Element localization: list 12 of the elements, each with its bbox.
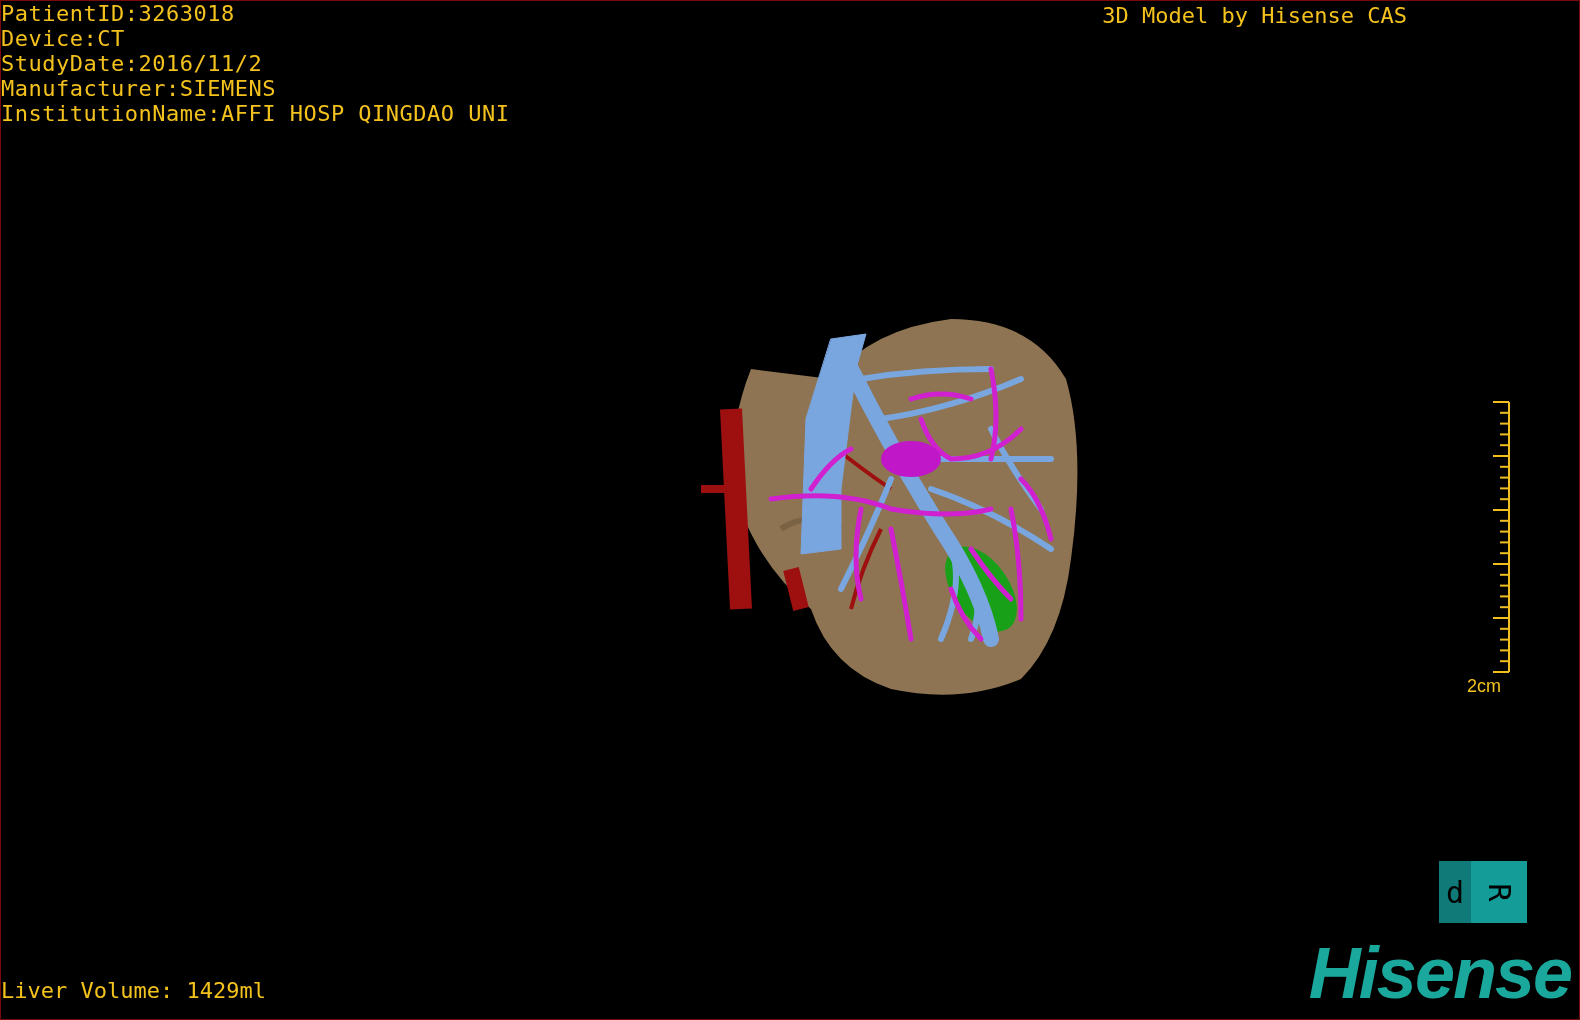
model-caption: 3D Model by Hisense CAS: [1102, 3, 1407, 30]
patient-info-line: InstitutionName:AFFI HOSP QINGDAO UNI: [1, 101, 510, 126]
patient-info-line: Manufacturer:SIEMENS: [1, 76, 277, 101]
patient-info-line: Device:CT: [1, 26, 126, 51]
patient-info-line: StudyDate:2016/11/2: [1, 51, 264, 76]
orientation-cube-face[interactable]: R: [1471, 861, 1527, 923]
orientation-cube-face[interactable]: d: [1439, 861, 1471, 923]
liver-volume: Liver Volume: 1429ml: [1, 978, 266, 1003]
scale-label: 2cm: [1467, 675, 1501, 697]
brand-logo: Hisense: [1308, 933, 1571, 1013]
patient-info-line: PatientID:3263018: [1, 1, 236, 26]
scale-ruler-icon: [1492, 401, 1510, 673]
